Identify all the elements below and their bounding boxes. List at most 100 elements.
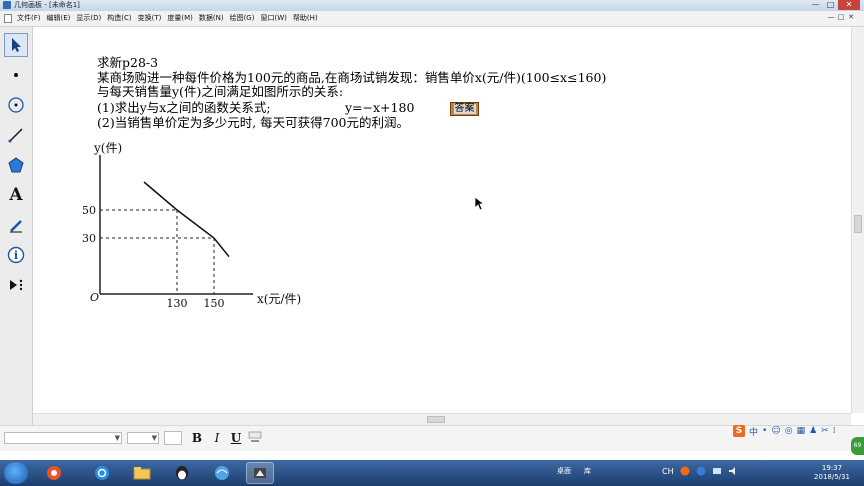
point-tool[interactable] <box>4 63 28 87</box>
ime-emoji-icon[interactable]: ☺ <box>771 426 780 436</box>
clock[interactable]: 19:37 2018/5/31 <box>806 464 858 482</box>
ime-tools-icon[interactable]: ✂ <box>821 426 829 436</box>
menu-help[interactable]: 帮助(H) <box>293 11 318 26</box>
qq-penguin-icon <box>176 466 188 480</box>
arrow-icon <box>12 38 21 52</box>
question-1: (1)求出y与x之间的函数关系式; <box>97 100 271 115</box>
ime-keyboard-icon[interactable]: ▦ <box>797 426 806 436</box>
menu-graph[interactable]: 绘图(G) <box>230 11 255 26</box>
language-indicator[interactable]: CH <box>662 467 674 476</box>
pencil-icon <box>10 220 22 233</box>
horizontal-scroll-thumb[interactable] <box>427 416 445 423</box>
compass-tool[interactable] <box>4 93 28 117</box>
problem-line-1: 某商场购进一种每件价格为100元的商品,在商场试销发现：销售单价x(元/件)(1… <box>97 70 607 85</box>
floating-badge[interactable]: 69 <box>851 437 864 455</box>
line-icon <box>8 128 23 143</box>
line-chart: 130 150 50 30 O x(元/件) y(件) <box>82 141 301 310</box>
network-icon[interactable] <box>712 466 722 476</box>
menu-measure[interactable]: 度量(M) <box>167 11 193 26</box>
straightedge-tool[interactable] <box>4 123 28 147</box>
circle-icon <box>8 97 24 113</box>
system-tray: CH <box>662 466 744 476</box>
menu-transform[interactable]: 变换(T) <box>138 11 162 26</box>
ime-punctuation-toggle[interactable]: • <box>762 426 767 436</box>
polygon-icon <box>8 157 24 173</box>
question-2: (2)当销售单价定为多少元时, 每天可获得700元的利润。 <box>97 115 410 130</box>
ie-browser-icon <box>95 466 109 480</box>
doc-minimize-button[interactable]: — <box>826 13 836 21</box>
answer-button-label: 答案 <box>453 103 476 114</box>
y-axis-label: y(件) <box>93 141 122 155</box>
ime-skin-icon[interactable]: ♟ <box>809 426 817 436</box>
taskbar-app-browser[interactable] <box>208 462 236 484</box>
x-tick-label: 130 <box>167 297 188 310</box>
custom-tool[interactable] <box>4 273 28 297</box>
underline-button[interactable]: U <box>229 431 243 445</box>
font-family-select[interactable]: ▼ <box>4 432 122 444</box>
y-tick-label: 50 <box>82 204 96 217</box>
italic-button[interactable]: I <box>210 431 224 445</box>
doc-close-button[interactable]: ✕ <box>846 13 856 21</box>
volume-icon[interactable] <box>728 466 738 476</box>
menu-bar: 文件(F) 编辑(E) 显示(D) 构造(C) 变换(T) 度量(M) 数据(N… <box>0 11 864 27</box>
taskbar: 桌面 库 CH 19:37 2018/5/31 <box>0 460 864 486</box>
toolbox: A i <box>0 27 33 425</box>
play-more-icon <box>10 279 23 291</box>
text-color-button[interactable] <box>164 431 182 445</box>
document-icon[interactable] <box>4 14 12 23</box>
sketchpad-icon <box>254 468 266 478</box>
problem-title: 求新p28-3 <box>97 55 159 70</box>
ime-tray-icon[interactable] <box>680 466 690 476</box>
clock-date: 2018/5/31 <box>814 473 850 481</box>
bold-button[interactable]: B <box>190 431 204 445</box>
text-tool[interactable]: A <box>4 183 28 207</box>
font-size-select[interactable]: ▼ <box>127 432 159 444</box>
menu-edit[interactable]: 编辑(E) <box>47 11 71 26</box>
information-tool[interactable]: i <box>4 243 28 267</box>
sketch-canvas[interactable]: 求新p28-3 某商场购进一种每件价格为100元的商品,在商场试销发现：销售单价… <box>33 27 851 413</box>
vertical-scroll-thumb[interactable] <box>854 215 862 233</box>
taskbar-app-sogou[interactable] <box>40 462 68 484</box>
arrow-select-tool[interactable] <box>4 33 28 57</box>
ime-more-icon[interactable]: ⁞ <box>833 426 836 436</box>
horizontal-scrollbar[interactable] <box>33 413 851 425</box>
math-symbol-icon[interactable] <box>248 431 262 445</box>
maximize-button[interactable]: □ <box>823 0 838 10</box>
menu-data[interactable]: 数据(N) <box>199 11 224 26</box>
vertical-scrollbar[interactable] <box>851 27 864 413</box>
menu-window[interactable]: 窗口(W) <box>260 11 286 26</box>
problem-line-2: 与每天销售量y(件)之间满足如图所示的关系: <box>97 84 344 99</box>
menu-file[interactable]: 文件(F) <box>17 11 41 26</box>
ime-voice-icon[interactable]: ◎ <box>785 426 793 436</box>
sogou-logo-icon[interactable]: S <box>733 425 745 437</box>
taskbar-app-sketchpad[interactable] <box>246 462 274 484</box>
info-glyph: i <box>13 248 19 262</box>
app-icon <box>3 1 11 9</box>
series-line <box>143 181 230 258</box>
clock-time: 19:37 <box>821 464 843 472</box>
ime-chinese-toggle[interactable]: 中 <box>749 425 758 438</box>
start-button[interactable] <box>4 462 28 484</box>
doc-restore-button[interactable]: □ <box>836 13 846 21</box>
origin-label: O <box>90 291 99 304</box>
library-toolbar-label[interactable]: 库 <box>584 466 591 476</box>
menu-display[interactable]: 显示(D) <box>76 11 101 26</box>
help-icon[interactable] <box>696 466 706 476</box>
app-icon <box>47 466 61 480</box>
answer-button[interactable]: 答案 <box>450 102 479 116</box>
text-a-icon: A <box>9 185 23 205</box>
x-axis-label: x(元/件) <box>257 292 301 306</box>
taskbar-app-ie[interactable] <box>88 462 116 484</box>
taskbar-app-explorer[interactable] <box>128 462 156 484</box>
point-icon <box>14 73 18 77</box>
taskbar-app-qq[interactable] <box>168 462 196 484</box>
question-1-answer: y=−x+180 <box>345 100 415 115</box>
polygon-tool[interactable] <box>4 153 28 177</box>
menu-construct[interactable]: 构造(C) <box>107 11 131 26</box>
chevron-down-icon: ▼ <box>151 434 157 442</box>
ime-toolbar: S 中 • ☺ ◎ ▦ ♟ ✂ ⁞ <box>733 424 840 438</box>
desktop-toolbar-label[interactable]: 桌面 <box>557 466 571 476</box>
minimize-button[interactable]: — <box>808 0 823 10</box>
close-button[interactable]: ✕ <box>838 0 860 10</box>
marker-tool[interactable] <box>4 213 28 237</box>
